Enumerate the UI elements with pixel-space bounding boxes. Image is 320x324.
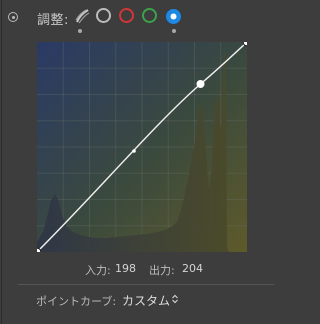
point-curve-value: カスタム bbox=[122, 294, 171, 308]
blue-channel-button[interactable] bbox=[165, 8, 181, 24]
rgb-channel-button[interactable] bbox=[96, 8, 111, 23]
blue-channel-icon bbox=[166, 9, 181, 24]
point-curve-select[interactable]: カスタム bbox=[122, 292, 170, 309]
curve-midpoint-marker bbox=[132, 149, 136, 153]
curve-toolbar: 調整: bbox=[0, 0, 285, 36]
rgb-channel-icon bbox=[96, 8, 111, 23]
green-channel-button[interactable] bbox=[142, 8, 157, 23]
blue-channel-indicator-dot bbox=[172, 29, 176, 33]
luminance-channel-button[interactable] bbox=[74, 8, 90, 24]
panel-divider bbox=[1, 0, 2, 324]
output-label: 出力: bbox=[149, 264, 175, 277]
output-value: 204 bbox=[182, 262, 203, 275]
curve-point-selected[interactable] bbox=[196, 80, 205, 88]
updown-chevron-icon[interactable] bbox=[172, 294, 178, 304]
curve-editor[interactable] bbox=[37, 42, 247, 252]
point-curve-label: ポイントカーブ: bbox=[36, 295, 117, 308]
section-divider bbox=[18, 284, 274, 285]
curves-panel: 調整: 入力: 198 出力: 204 ポイントカーブ: カスタム bbox=[0, 0, 285, 324]
red-channel-icon bbox=[119, 8, 134, 23]
green-channel-icon bbox=[142, 8, 157, 23]
curve-canvas[interactable] bbox=[37, 42, 247, 252]
feather-curve-icon bbox=[75, 9, 90, 24]
input-label: 入力: bbox=[85, 264, 111, 277]
adjust-label: 調整: bbox=[37, 13, 69, 28]
luminance-indicator-dot bbox=[78, 29, 82, 33]
panel-settings-icon[interactable] bbox=[8, 12, 18, 22]
input-value: 198 bbox=[115, 262, 136, 275]
red-channel-button[interactable] bbox=[119, 8, 134, 23]
